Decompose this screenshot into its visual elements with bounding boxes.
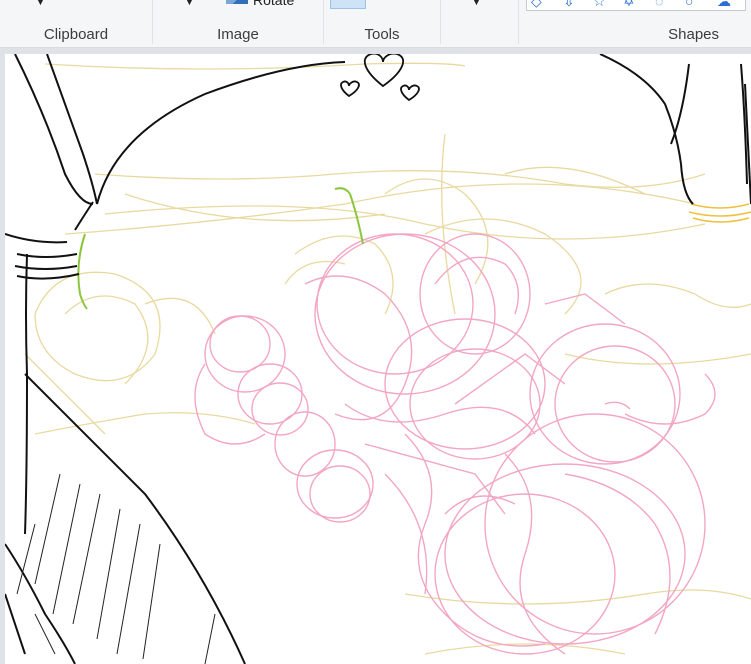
ribbon: ▼ Clipboard ▼ Rotate Image Tools ▼ ◇ ⇩ ☆… (0, 0, 751, 48)
dropdown-caret-icon[interactable]: ▼ (472, 0, 481, 7)
drawing-canvas[interactable] (5, 54, 751, 664)
dropdown-caret-icon[interactable]: ▼ (185, 0, 194, 7)
star-shape-icon[interactable]: ☆ (593, 0, 606, 10)
shapes-group: ◇ ⇩ ☆ ✡ ◌ ○ ☁ Shapes (519, 0, 751, 47)
canvas-workspace (0, 48, 751, 664)
black-hatching (16, 473, 216, 664)
black-line-art (5, 54, 751, 664)
gold-ring-sketch (688, 203, 751, 223)
brushes-group: ▼ (441, 0, 518, 47)
cloud-shape-icon[interactable]: ☁ (717, 0, 731, 10)
dropdown-caret-icon[interactable]: ▼ (36, 0, 45, 7)
arrow-shape-icon[interactable]: ⇩ (563, 0, 575, 10)
selected-tool-button[interactable] (330, 0, 366, 9)
rotate-icon[interactable] (226, 0, 248, 4)
clipboard-group: ▼ Clipboard (0, 0, 152, 47)
pink-figure-sketch (194, 233, 716, 655)
tools-group-label: Tools (364, 26, 400, 43)
sketch-drawing (5, 54, 751, 664)
heart-doodles (340, 54, 420, 102)
clipboard-group-label: Clipboard (43, 26, 109, 43)
shapes-group-label: Shapes (668, 26, 719, 43)
image-group-label: Image (217, 26, 259, 43)
tools-group: Tools (324, 0, 440, 47)
callout-oval-shape-icon[interactable]: ○ (685, 0, 693, 9)
star6-shape-icon[interactable]: ✡ (623, 0, 635, 10)
rotate-button[interactable]: Rotate (253, 0, 294, 8)
yellow-sketch-strokes (24, 62, 751, 655)
shapes-gallery-icon[interactable]: ◇ ⇩ ☆ ✡ ◌ ○ ☁ (526, 0, 746, 11)
callout-shape-icon[interactable]: ◌ (655, 0, 663, 9)
diamond-shape-icon[interactable]: ◇ (531, 0, 542, 10)
image-group: ▼ Rotate Image (153, 0, 323, 47)
